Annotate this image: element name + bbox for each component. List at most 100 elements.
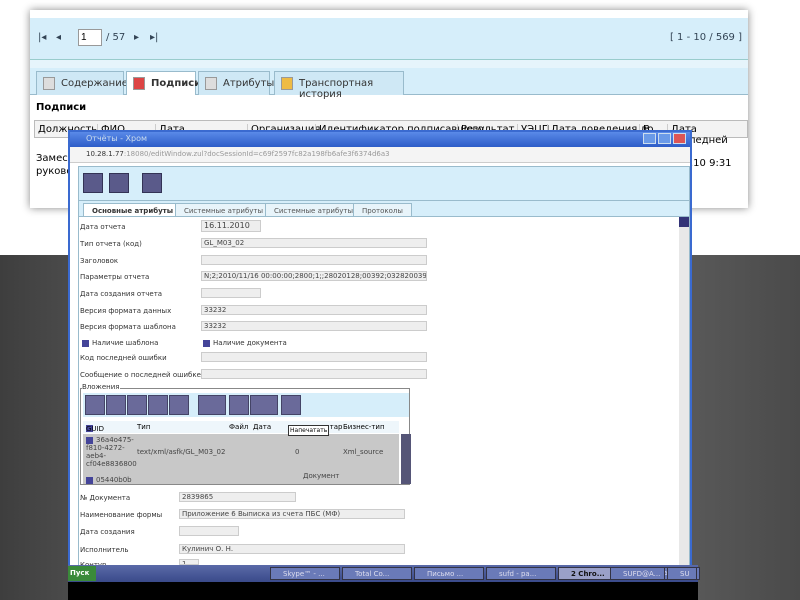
form-name-field[interactable]: Приложение 6 Выписка из счета ПБС (МФ) [179,509,405,519]
page-total: / 57 [106,32,126,43]
column-header[interactable]: Дата [253,423,271,431]
type-cell: text/xml/asfk/GL_M03_02 [137,448,226,456]
field-label: Версия формата шаблона [80,323,176,331]
taskbar-item[interactable]: SUFD@A... [610,567,665,580]
attachments-group: GUID Тип Файл Дата ...тар Бизнес-тип 36a… [80,388,411,485]
field-label: Сообщение о последней ошибке [80,371,201,379]
column-header[interactable]: Бизнес-тип [343,423,385,431]
maximize-button[interactable] [658,133,671,144]
guid-cell-2: 05440b0b [86,476,132,484]
field-label: Дата создания [80,528,135,536]
tab-content[interactable]: Содержание [36,71,128,95]
executor-field[interactable]: Кулинич О. Н. [179,544,405,554]
field-label: Дата отчета [80,223,126,231]
tab-label: Содержание [61,78,128,89]
template-format-field[interactable]: 33232 [201,321,427,331]
field-label: Заголовок [80,257,119,265]
business-type-cell-2: Документ [303,472,340,480]
column-header[interactable]: Файл [229,423,248,431]
creation-date-field[interactable] [201,288,261,298]
dropdown-button[interactable] [198,395,226,415]
created-date-field[interactable] [179,526,239,536]
taskbar: Пуск Skype™ - ... Total Co... Письмо ...… [68,565,700,582]
section-title: Подписи [36,102,87,113]
sign-button[interactable] [229,395,249,415]
checkbox-label: Наличие шаблона [92,339,159,347]
tab-attributes[interactable]: Атрибуты [198,71,274,95]
field-label: Дата создания отчета [80,290,163,298]
tab-protocols[interactable]: Протоколы [353,203,412,217]
tab-label: Атрибуты [223,78,275,89]
field-label: № Документа [80,494,131,502]
tab-system-attributes-2[interactable]: Системные атрибуты [265,203,363,217]
splitter[interactable] [30,60,748,68]
document-number-field[interactable]: 2839865 [179,492,296,502]
taskbar-item[interactable]: SU [667,567,697,580]
last-error-code-field[interactable] [201,352,427,362]
signature-icon [133,77,145,90]
page-input[interactable] [78,29,102,46]
data-format-field[interactable]: 33232 [201,305,427,315]
url-host: 10.28.1.77 [86,150,124,158]
taskbar-item[interactable]: sufd - pa... [486,567,556,580]
report-date-field[interactable]: 16.11.2010 [201,220,261,232]
attachments-scrollbar[interactable] [401,434,411,484]
number-cell: 0 [295,448,300,456]
close-button[interactable] [673,133,686,144]
attachments-header: GUID Тип Файл Дата ...тар Бизнес-тип [83,421,399,433]
taskbar-item[interactable]: Skype™ - ... [270,567,340,580]
last-error-message-field[interactable] [201,369,427,379]
column-header[interactable]: Тип [137,423,150,431]
attachments-legend: Вложения [82,383,120,391]
dropdown-button-2[interactable] [250,395,278,415]
black-band [68,582,698,600]
last-page-icon[interactable]: ▸| [150,32,158,43]
save-button[interactable] [109,173,129,193]
start-button[interactable]: Пуск [68,566,96,581]
add-button[interactable] [148,395,168,415]
view-button[interactable] [106,395,126,415]
info-button[interactable] [127,395,147,415]
has-document-checkbox[interactable]: Наличие документа [203,339,287,347]
field-label: Версия формата данных [80,307,172,315]
report-params-field[interactable]: N;2;2010/11/16 00:00:00;2800;1;;28020128… [201,271,427,281]
checkbox-label: Наличие документа [213,339,287,347]
attachment-row[interactable]: 36a4o475- f810-4272- aeb4- cf04e8836800 … [83,434,411,484]
address-bar[interactable]: 10.28.1.77:18080/editWindow.zul?docSessi… [70,147,690,163]
next-page-icon[interactable]: ▸ [134,32,139,43]
prev-page-icon[interactable]: ◂ [56,32,61,43]
attach-button[interactable] [85,395,105,415]
field-label: Код последней ошибки [80,354,167,362]
print-tooltip: Напечатать [288,425,330,436]
tab-transport-history[interactable]: Транспортная история [274,71,404,100]
print-attachment-button[interactable] [281,395,301,415]
remove-button[interactable] [169,395,189,415]
has-template-checkbox[interactable]: Наличие шаблона [82,339,158,347]
field-label: Наименование формы [80,511,163,519]
guid-cell: 36a4o475- f810-4272- aeb4- cf04e8836800 [86,436,137,468]
tab-label: Транспортная история [299,78,374,100]
report-type-field[interactable]: GL_M03_02 [201,238,427,248]
scrollbar[interactable] [679,217,689,581]
pager: |◂ ◂ / 57 ▸ ▸| [ 1 - 10 / 569 ] [30,18,748,60]
inner-tabs: Основные атрибуты Системные атрибуты Сис… [79,201,689,217]
tab-label: Подписи [151,78,202,89]
cell-date: .10 9:31 [690,158,732,169]
title-field[interactable] [201,255,427,265]
taskbar-item[interactable]: Total Co... [342,567,412,580]
tab-main-attributes[interactable]: Основные атрибуты [83,203,183,217]
toolbar [79,167,689,201]
minimize-button[interactable] [643,133,656,144]
tab-bar: Содержание Подписи Атрибуты Транспортная… [30,68,748,100]
field-label: Тип отчета (код) [80,240,142,248]
taskbar-item[interactable]: Письмо ... [414,567,484,580]
history-icon [281,77,293,90]
send-button[interactable] [142,173,162,193]
print-button[interactable] [83,173,103,193]
first-page-icon[interactable]: |◂ [38,32,46,43]
document-icon [43,77,55,90]
tab-signatures[interactable]: Подписи [126,71,201,95]
tab-system-attributes[interactable]: Системные атрибуты [175,203,273,217]
field-label: Параметры отчета [80,273,150,281]
window-title: Отчёты - Хром [70,132,690,147]
